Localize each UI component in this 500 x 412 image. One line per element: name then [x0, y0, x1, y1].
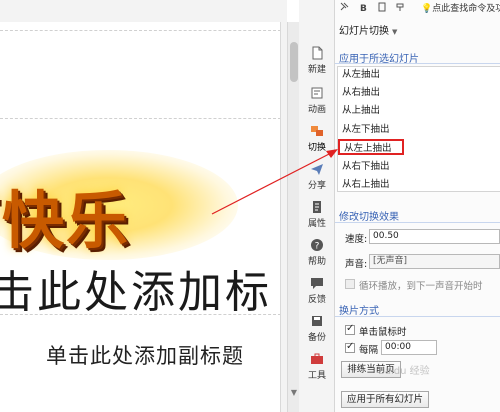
new-file-icon: [312, 46, 323, 60]
sidebar-item-tools[interactable]: 工具: [299, 352, 335, 392]
pane-title[interactable]: 幻灯片切换 ▼: [339, 22, 397, 37]
sidebar-item-label: 备份: [307, 333, 326, 343]
transition-option[interactable]: 从右下抽出: [342, 159, 390, 175]
properties-icon: [313, 201, 321, 213]
advance-time-input[interactable]: 00:00: [381, 340, 437, 355]
help-icon: ?: [311, 239, 323, 252]
transition-option[interactable]: 从左下抽出: [342, 122, 390, 138]
slide-transition-pane: B 💡点此查找命令及功 幻灯片切换 ▼ 应用于所选幻灯片 从左抽出 从右抽出 从上…: [335, 0, 500, 412]
speed-label: 速度:: [345, 234, 368, 245]
sidebar-item-label: 切换: [307, 143, 326, 153]
on-click-label: 单击鼠标时: [359, 327, 407, 338]
loop-sound-label: 循环播放，到下一声音开始时: [359, 281, 483, 292]
watermark: Baidu 经验: [378, 366, 430, 377]
slide-page[interactable]: 节快乐 击此处添加标 单击此处添加副标题: [0, 22, 281, 412]
section-divider: [335, 316, 500, 317]
transition-option[interactable]: 从右抽出: [342, 85, 380, 101]
auto-advance-checkbox[interactable]: [345, 341, 355, 353]
transition-option[interactable]: 从左抽出: [342, 67, 380, 83]
scrollbar-thumb[interactable]: [290, 42, 298, 82]
sidebar-item-help[interactable]: ? 帮助: [299, 238, 335, 278]
tools-icon: [311, 353, 323, 364]
sidebar-item-animation[interactable]: 动画: [299, 86, 335, 126]
sidebar-item-label: 新建: [307, 65, 326, 75]
sidebar-item-new[interactable]: 新建: [299, 46, 335, 86]
section-advance-heading: 换片方式: [339, 306, 379, 317]
section-modify-heading: 修改切换效果: [339, 212, 399, 223]
pane-title-text: 幻灯片切换: [339, 26, 389, 37]
svg-text:B: B: [360, 4, 367, 12]
slide-guide-line: [0, 118, 280, 119]
transition-option[interactable]: 从上抽出: [342, 103, 380, 119]
title-placeholder[interactable]: 击此处添加标: [0, 256, 272, 320]
sidebar-item-label: 属性: [307, 219, 326, 229]
sidebar-item-share[interactable]: 分享: [299, 162, 335, 202]
apply-all-button[interactable]: 应用于所有幻灯片: [341, 391, 429, 408]
wordart-text: 节快乐: [0, 184, 131, 257]
sidebar-item-transition[interactable]: 切换: [299, 124, 335, 164]
section-divider: [335, 222, 500, 223]
slide-canvas-area: 节快乐 击此处添加标 单击此处添加副标题: [0, 0, 287, 412]
sidebar-item-label: 帮助: [307, 257, 326, 267]
transition-list[interactable]: 从左抽出 从右抽出 从上抽出 从左下抽出 从左上抽出 从右下抽出 从右上抽出: [337, 66, 500, 192]
speed-input[interactable]: 00.50: [369, 229, 500, 244]
backup-icon: [312, 316, 322, 326]
sidebar-item-backup[interactable]: 备份: [299, 314, 335, 354]
pin-icon[interactable]: [339, 2, 349, 12]
lightbulb-icon: 💡: [421, 4, 433, 14]
chevron-down-icon: ▼: [392, 28, 398, 36]
sidebar-item-label: 分享: [307, 181, 326, 191]
auto-advance-label: 每隔: [359, 345, 379, 356]
scroll-down-arrow-icon[interactable]: ▼: [289, 388, 299, 398]
share-icon: [311, 164, 323, 175]
svg-text:?: ?: [315, 242, 320, 252]
sound-label: 声音:: [345, 259, 368, 270]
transition-icon: [311, 126, 323, 136]
command-search-text: 点此查找命令及功: [432, 4, 500, 14]
on-click-checkbox[interactable]: [345, 323, 355, 335]
wordart-object[interactable]: 节快乐: [0, 142, 280, 272]
command-search[interactable]: 💡点此查找命令及功: [421, 1, 500, 14]
sidebar-item-label: 工具: [307, 371, 326, 381]
bold-icon[interactable]: B: [359, 2, 369, 12]
section-divider: [335, 63, 500, 64]
transition-option[interactable]: 从右上抽出: [342, 177, 390, 193]
sidebar-item-label: 动画: [307, 105, 326, 115]
sidebar-item-feedback[interactable]: 反馈: [299, 276, 335, 316]
sound-select[interactable]: [无声音]: [369, 254, 500, 269]
pane-toolbar: B 💡点此查找命令及功: [335, 0, 500, 16]
animation-icon: [311, 87, 323, 99]
transition-option-selected[interactable]: 从左上抽出: [338, 139, 404, 155]
document-icon[interactable]: [377, 2, 387, 12]
canvas-vertical-scrollbar[interactable]: ▼: [287, 22, 299, 412]
sidebar-item-label: 反馈: [307, 295, 326, 305]
sidebar-item-properties[interactable]: 属性: [299, 200, 335, 240]
task-pane-sidebar: 新建 动画 切换 分享 属性 ? 帮助 反馈 备份 工具: [299, 0, 335, 412]
loop-sound-checkbox[interactable]: [345, 279, 355, 289]
format-painter-icon[interactable]: [395, 2, 405, 12]
subtitle-placeholder[interactable]: 单击此处添加副标题: [46, 340, 244, 370]
slide-guide-line: [0, 30, 280, 31]
feedback-icon: [311, 278, 323, 289]
